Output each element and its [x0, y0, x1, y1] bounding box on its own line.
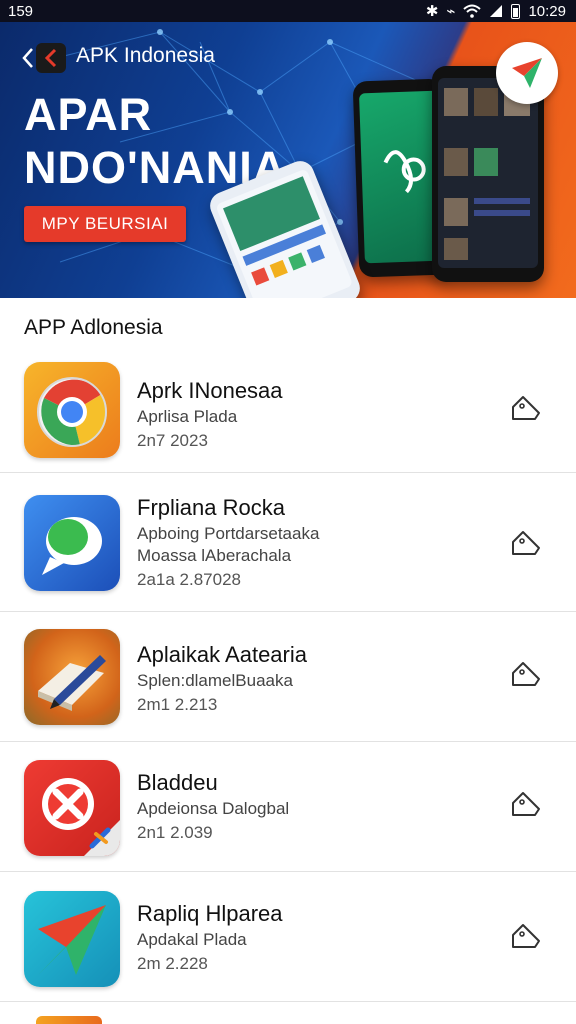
hero-cta-button[interactable]: MPY BEURSIAI — [24, 206, 186, 242]
app-name: Bladdeu — [137, 770, 218, 795]
battery-icon — [511, 3, 521, 19]
hero-title-line-1: APAR — [24, 89, 153, 140]
app-list: Aprk INonesaa Aprlisa Plada 2n7 2023 Frp… — [0, 342, 576, 1002]
install-button[interactable] — [506, 916, 546, 956]
wifi-icon — [463, 4, 482, 18]
section-title: APP Adlonesia — [24, 316, 163, 339]
app-logo — [36, 43, 66, 73]
list-item-text: Aplaikak Aatearia Splen:dlamelBuaaka 2m1… — [137, 640, 307, 718]
app-subtitle: Apdeionsa Dalogbal — [137, 799, 290, 818]
vibrate-icon: ⌁ — [446, 3, 456, 20]
app-name: Rapliq Hlparea — [137, 901, 283, 926]
app-subtitle: Apboing Portdarsetaaka — [137, 524, 320, 543]
list-item[interactable]: Rapliq Hlparea Apdakal Plada 2m 2.228 — [0, 872, 576, 1002]
bluetooth-icon: ✱ — [425, 3, 439, 20]
app-name: Frpliana Rocka — [137, 495, 285, 520]
status-bar: 159 ✱ ⌁ 10:29 — [0, 0, 576, 22]
chat-bubble-icon — [24, 495, 120, 591]
paper-plane-icon — [512, 58, 542, 88]
chevron-left-icon — [22, 48, 33, 68]
tag-icon — [512, 396, 540, 420]
block-x-icon — [24, 760, 120, 856]
app-date: 2m 2.228 — [137, 954, 208, 973]
install-button[interactable] — [506, 654, 546, 694]
app-date: 2n1 2.039 — [137, 823, 213, 842]
list-item[interactable]: Bladdeu Apdeionsa Dalogbal 2n1 2.039 — [0, 742, 576, 872]
status-icons: ✱ ⌁ 10:29 — [425, 2, 566, 21]
install-button[interactable] — [506, 523, 546, 563]
pen-book-icon — [24, 629, 120, 725]
status-time: 10:29 — [528, 2, 566, 20]
app-name: Aplaikak Aatearia — [137, 642, 307, 667]
tag-icon — [512, 531, 540, 555]
list-item-text: Aprk INonesaa Aprlisa Plada 2n7 2023 — [137, 376, 283, 454]
list-item[interactable]: Aprk INonesaa Aprlisa Plada 2n7 2023 — [0, 342, 576, 473]
app-date: 2n7 2023 — [137, 431, 208, 450]
app-name: Aprk INonesaa — [137, 378, 283, 403]
tag-icon — [512, 662, 540, 686]
signal-icon — [490, 5, 503, 17]
list-item[interactable]: Frpliana Rocka Apboing Portdarsetaaka Mo… — [0, 473, 576, 612]
chrome-icon — [24, 362, 120, 458]
install-button[interactable] — [506, 388, 546, 428]
app-date: 2a1a 2.87028 — [137, 570, 241, 589]
status-left-text: 159 — [8, 2, 34, 20]
hero-title: APAR NDO'NANIA — [24, 88, 286, 194]
list-item-text: Frpliana Rocka Apboing Portdarsetaaka Mo… — [137, 493, 319, 593]
list-item-text: Rapliq Hlparea Apdakal Plada 2m 2.228 — [137, 899, 283, 977]
app-date: 2m1 2.213 — [137, 695, 218, 714]
app-subtitle: Splen:dlamelBuaaka — [137, 671, 293, 690]
app-subtitle-2: Moassa lAberachala — [137, 546, 292, 565]
back-button[interactable] — [22, 40, 68, 76]
install-button[interactable] — [506, 784, 546, 824]
brand-badge[interactable] — [496, 42, 558, 104]
tag-icon — [512, 924, 540, 948]
hero-banner[interactable]: APK Indonesia APAR NDO'NANIA MPY BEURSIA… — [0, 22, 576, 298]
hero-app-name: APK Indonesia — [76, 44, 215, 67]
list-item-text: Bladdeu Apdeionsa Dalogbal 2n1 2.039 — [137, 768, 289, 846]
next-item-icon-peek — [36, 1016, 102, 1024]
app-subtitle: Apdakal Plada — [137, 930, 247, 949]
paper-plane-icon — [24, 891, 120, 987]
tag-icon — [512, 792, 540, 816]
app-subtitle: Aprlisa Plada — [137, 407, 238, 426]
list-item[interactable]: Aplaikak Aatearia Splen:dlamelBuaaka 2m1… — [0, 612, 576, 742]
